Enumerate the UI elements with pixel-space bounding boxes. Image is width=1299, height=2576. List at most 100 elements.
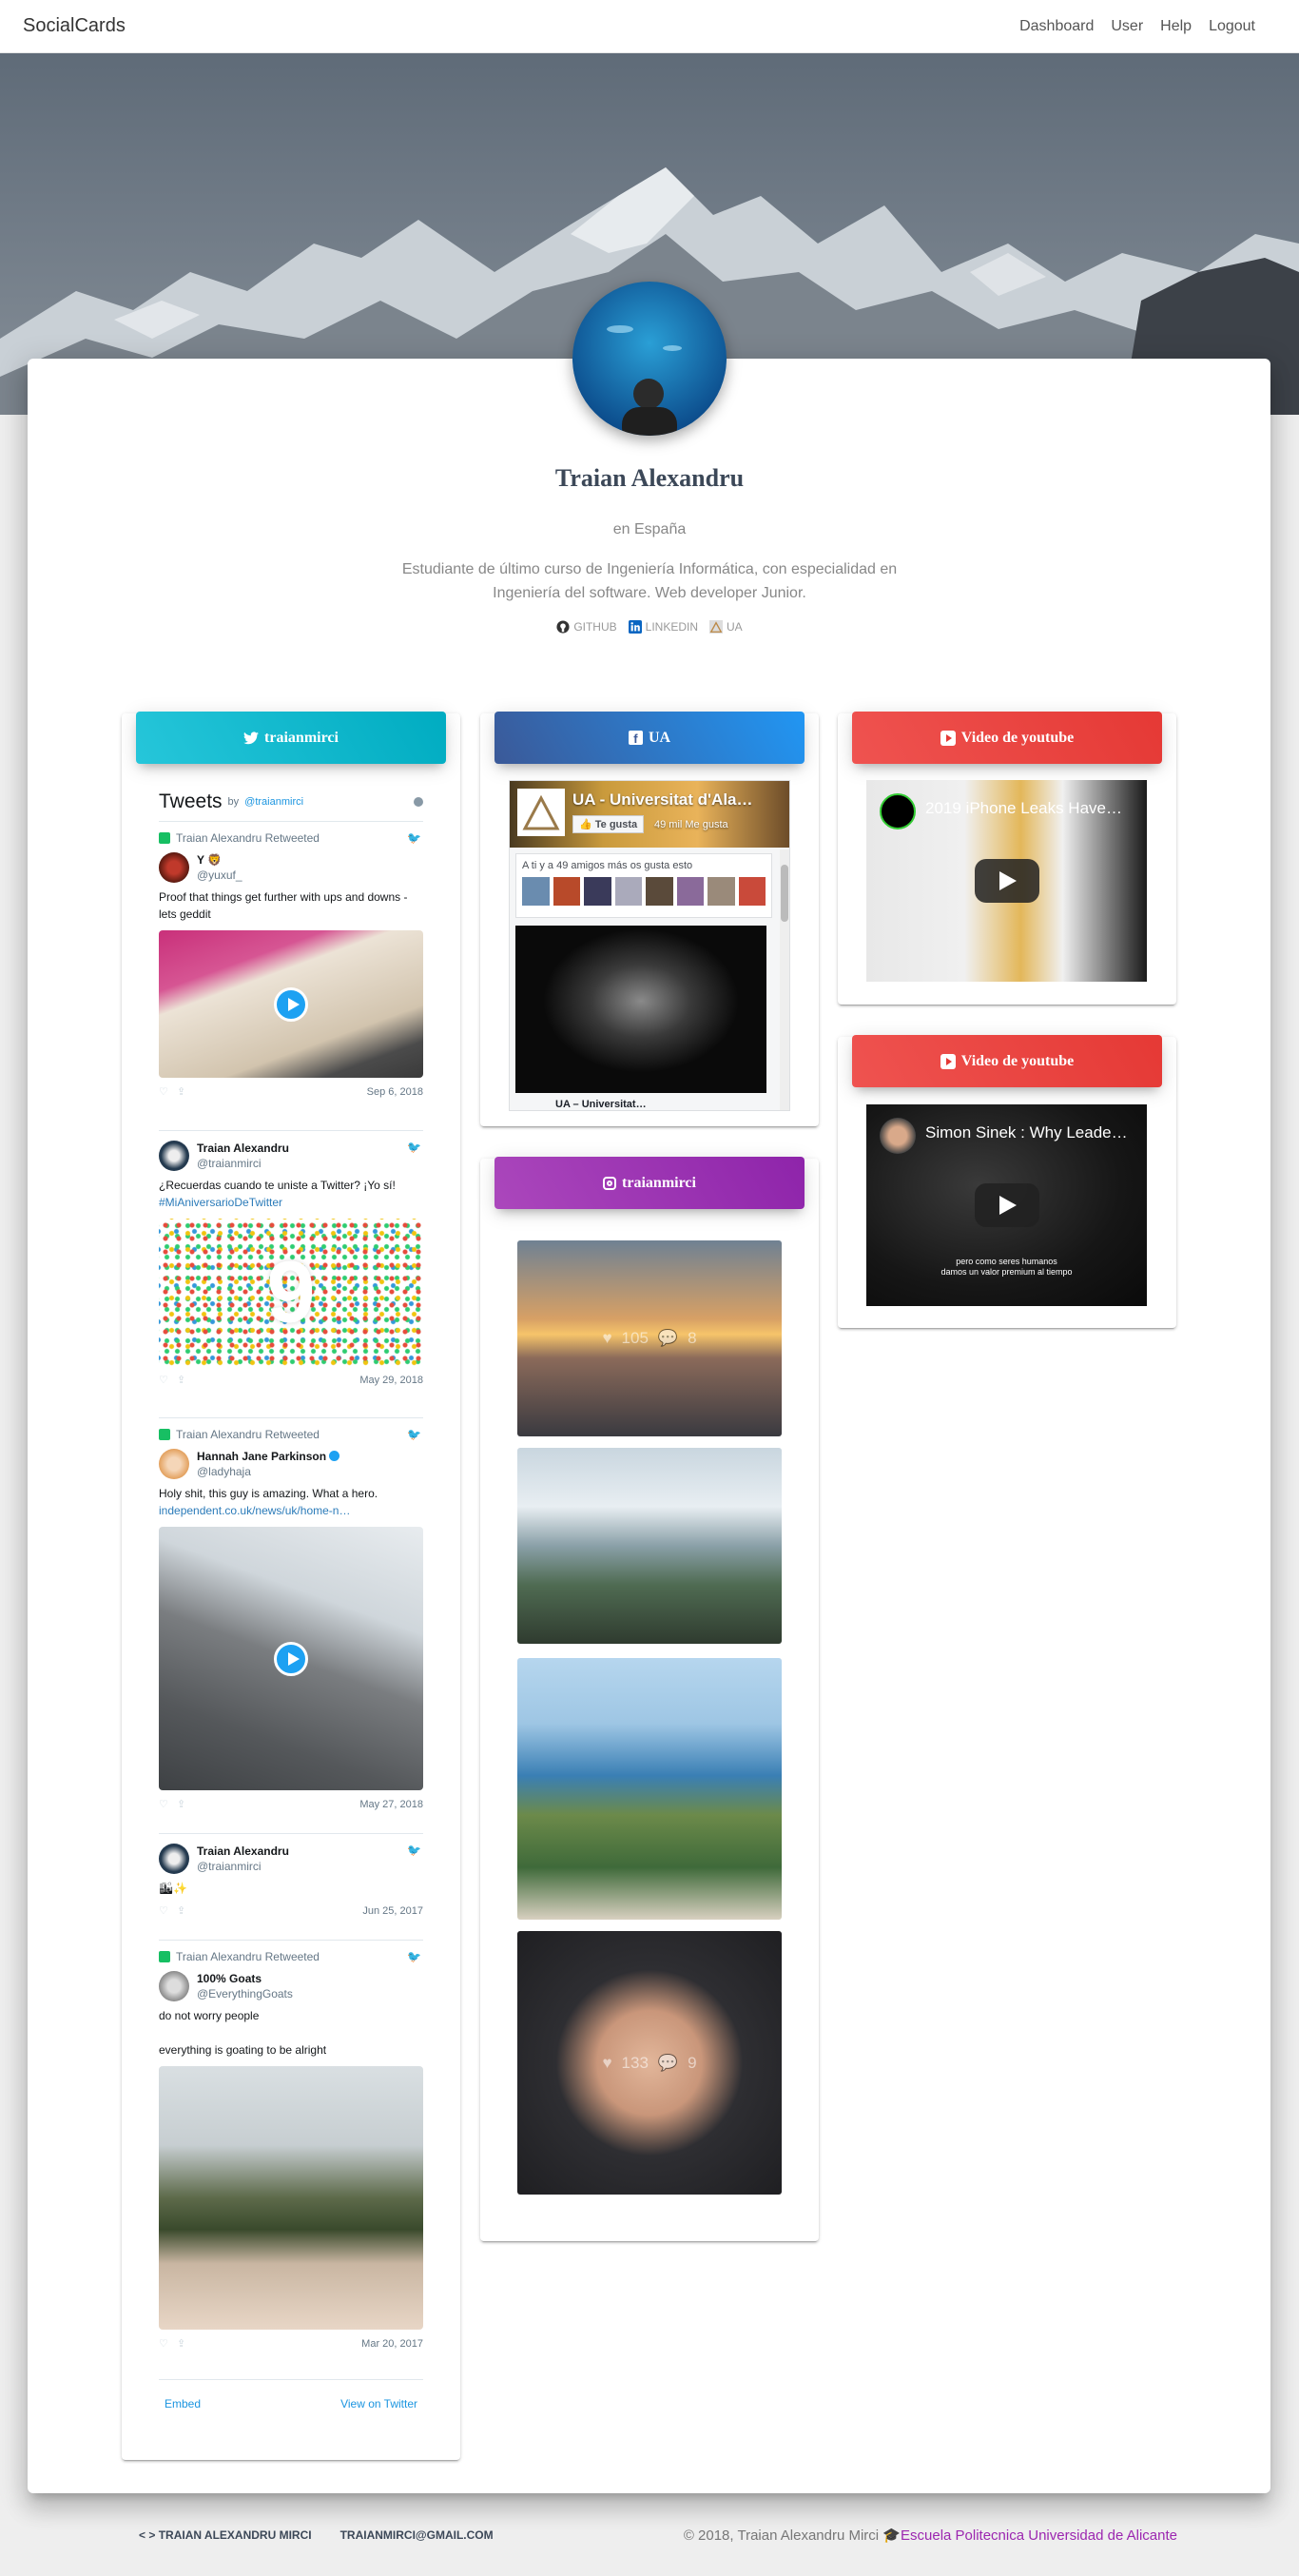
avatar	[159, 1971, 189, 2001]
instagram-icon	[603, 1176, 617, 1190]
timeline-handle[interactable]: @traianmirci	[244, 796, 303, 808]
nav-user-link[interactable]: User	[1111, 18, 1143, 35]
author-handle: @ladyhaja	[197, 1465, 251, 1478]
tweet-image[interactable]: 9	[159, 1219, 423, 1366]
play-icon[interactable]	[274, 986, 308, 1022]
fb-cover[interactable]: UA - Universitat d'Ala… 👍 Te gusta 49 mi…	[510, 781, 789, 848]
author-handle: @yuxuf_	[197, 868, 242, 882]
timeline-footer: Embed View on Twitter	[159, 2380, 423, 2410]
brand-logo[interactable]: SocialCards	[23, 15, 126, 37]
footer: < > TRAIAN ALEXANDRU MIRCI TRAIANMIRCI@G…	[0, 2511, 1299, 2559]
instagram-post[interactable]: ♥ 133 💬 9	[517, 1931, 782, 2195]
tweet-author[interactable]: Y 🦁 @yuxuf_	[159, 852, 423, 883]
comment-icon: 💬	[657, 1329, 679, 1347]
heart-icon: ♥	[602, 2053, 612, 2072]
fb-friends-box: A ti y a 49 amigos más os gusta esto	[515, 853, 772, 918]
instagram-post[interactable]	[517, 1658, 782, 1920]
article-link[interactable]: independent.co.uk/news/uk/home-n…	[159, 1504, 350, 1517]
tweet-date[interactable]: Sep 6, 2018	[367, 1086, 423, 1098]
tweet-text: do not worry people everything is goating…	[159, 2009, 327, 2057]
author-handle: @EverythingGoats	[197, 1987, 293, 2000]
retweet-label: Traian Alexandru Retweeted	[159, 1428, 423, 1441]
tweet-footer: ♡ ⇪ Sep 6, 2018	[159, 1085, 423, 1099]
twitter-header-label: traianmirci	[264, 729, 339, 746]
nav-dashboard-link[interactable]: Dashboard	[1019, 18, 1094, 35]
comment-icon: 💬	[657, 2053, 679, 2072]
nav-logout-link[interactable]: Logout	[1209, 18, 1255, 35]
like-icon[interactable]: ♡ ⇪	[159, 1798, 185, 1810]
facebook-header[interactable]: f UA	[494, 712, 805, 764]
tweet-footer: ♡ ⇪ May 29, 2018	[159, 1374, 423, 1387]
tweet-author[interactable]: Traian Alexandru @traianmirci	[159, 1844, 423, 1874]
twitter-bird-icon: 🐦	[407, 831, 421, 845]
footer-email-link[interactable]: TRAIANMIRCI@GMAIL.COM	[340, 2528, 494, 2542]
linkedin-link[interactable]: LINKEDIN	[628, 620, 699, 634]
timeline-title: Tweets	[159, 790, 223, 812]
tweet-video[interactable]	[159, 1527, 423, 1790]
ua-link[interactable]: UA	[709, 620, 743, 634]
github-icon	[556, 620, 570, 634]
fb-scrollbar[interactable]	[780, 849, 789, 1110]
timeline-header: Tweets by @traianmirci	[159, 782, 423, 822]
tweet[interactable]: 🐦 Traian Alexandru Retweeted Hannah Jane…	[159, 1418, 423, 1834]
ua-label: UA	[727, 620, 743, 634]
play-button[interactable]	[974, 1183, 1039, 1227]
school-link[interactable]: Escuela Politecnica Universidad de Alica…	[901, 2527, 1177, 2544]
tweet-date[interactable]: Mar 20, 2017	[361, 2338, 423, 2350]
tweet-author[interactable]: Traian Alexandru @traianmirci	[159, 1141, 423, 1171]
instagram-header[interactable]: traianmirci	[494, 1157, 805, 1209]
fb-likes-count: 49 mil Me gusta	[654, 819, 728, 830]
avatar	[159, 1141, 189, 1171]
like-icon[interactable]: ♡ ⇪	[159, 1904, 185, 1917]
avatar	[159, 1449, 189, 1479]
tweet-video[interactable]	[159, 930, 423, 1078]
instagram-post[interactable]	[517, 1448, 782, 1644]
fb-post-title[interactable]: UA – Universitat…	[555, 1099, 647, 1110]
linkedin-icon	[628, 620, 642, 634]
facebook-page-plugin: UA - Universitat d'Ala… 👍 Te gusta 49 mi…	[509, 780, 790, 1111]
tweet-image[interactable]	[159, 2066, 423, 2330]
like-icon[interactable]: ♡ ⇪	[159, 1374, 185, 1386]
view-on-twitter-link[interactable]: View on Twitter	[340, 2397, 417, 2410]
video-title: 2019 iPhone Leaks Have…	[925, 799, 1122, 817]
author-name: 100% Goats	[197, 1972, 262, 1985]
tweet-text: Holy shit, this guy is amazing. What a h…	[159, 1487, 378, 1517]
avatar	[159, 1844, 189, 1874]
nav-help-link[interactable]: Help	[1160, 18, 1192, 35]
twitter-header[interactable]: traianmirci	[136, 712, 446, 764]
tweet-date[interactable]: May 29, 2018	[359, 1375, 423, 1386]
youtube-header[interactable]: Video de youtube	[852, 712, 1162, 764]
tweet-date[interactable]: Jun 25, 2017	[362, 1905, 423, 1917]
tweet[interactable]: 🐦 Traian Alexandru Retweeted Y 🦁 @yuxuf_ …	[159, 822, 423, 1131]
fb-like-button[interactable]: 👍 Te gusta	[572, 815, 645, 833]
embed-link[interactable]: Embed	[165, 2397, 201, 2410]
fb-page-title[interactable]: UA - Universitat d'Ala…	[572, 790, 753, 810]
tweet[interactable]: 🐦 Traian Alexandru @traianmirci ¿Recuerda…	[159, 1131, 423, 1418]
profile-name: Traian Alexandru	[554, 464, 745, 492]
tweet[interactable]: 🐦 Traian Alexandru @traianmirci 🏙✨ ♡ ⇪ Jun…	[159, 1834, 423, 1941]
youtube-video-1[interactable]: 2019 iPhone Leaks Have…	[866, 780, 1147, 982]
play-icon[interactable]	[274, 1641, 308, 1676]
tweet[interactable]: 🐦 Traian Alexandru Retweeted 100% Goats @…	[159, 1941, 423, 2380]
avatar	[159, 852, 189, 883]
linkedin-label: LINKEDIN	[645, 620, 699, 634]
tweet-date[interactable]: May 27, 2018	[359, 1799, 423, 1810]
github-label: GITHUB	[573, 620, 617, 634]
info-icon[interactable]	[414, 796, 423, 807]
like-icon[interactable]: ♡ ⇪	[159, 1085, 185, 1098]
fb-post-image[interactable]	[515, 926, 766, 1093]
like-icon[interactable]: ♡ ⇪	[159, 2337, 185, 2350]
youtube-header[interactable]: Video de youtube	[852, 1035, 1162, 1087]
hashtag-link[interactable]: #MiAniversarioDeTwitter	[159, 1196, 282, 1209]
tweet-author[interactable]: 100% Goats @EverythingGoats	[159, 1971, 423, 2001]
play-button[interactable]	[974, 859, 1039, 903]
twitter-bird-icon: 🐦	[407, 1141, 421, 1154]
twitter-bird-icon: 🐦	[407, 1844, 421, 1857]
tweet-author[interactable]: Hannah Jane Parkinson @ladyhaja	[159, 1449, 423, 1479]
youtube-icon	[940, 1053, 956, 1069]
footer-name-link[interactable]: < > TRAIAN ALEXANDRU MIRCI	[139, 2528, 312, 2542]
fb-friends-text: A ti y a 49 amigos más os gusta esto	[522, 860, 693, 871]
github-link[interactable]: GITHUB	[556, 620, 617, 634]
instagram-post[interactable]: ♥ 105 💬 8	[517, 1240, 782, 1436]
youtube-video-2[interactable]: Simon Sinek : Why Leade… pero como seres…	[866, 1104, 1147, 1306]
